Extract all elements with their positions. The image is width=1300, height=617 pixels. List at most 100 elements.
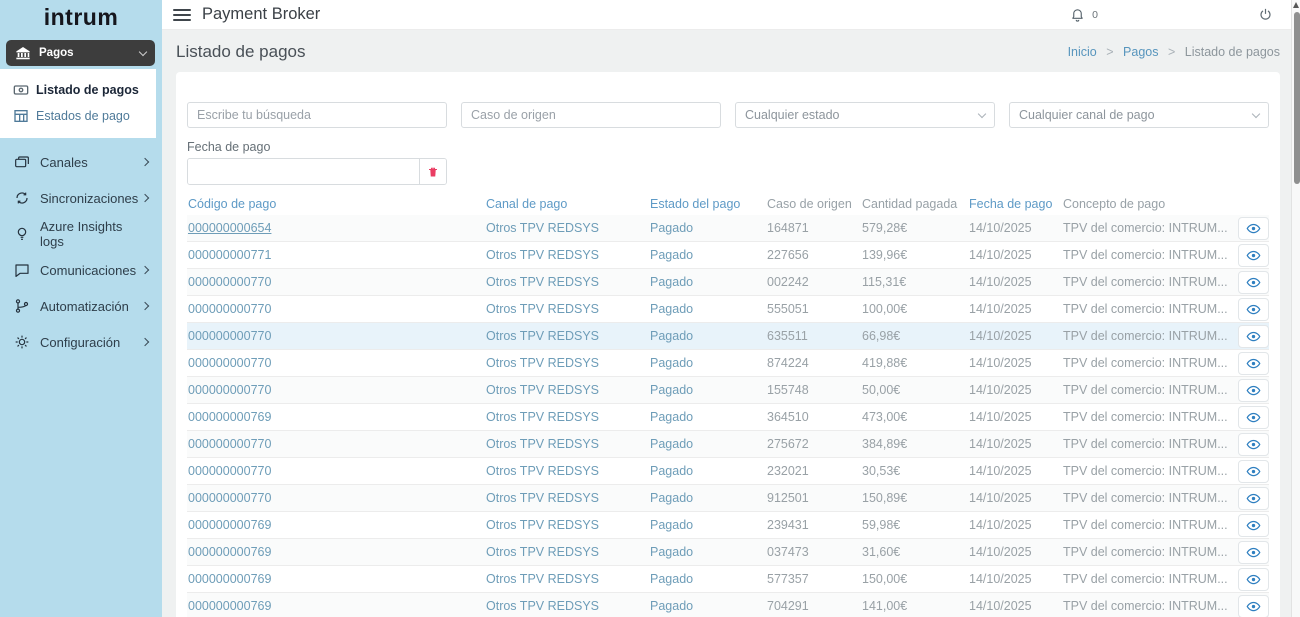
sidebar-item-canales[interactable]: Canales: [0, 144, 162, 180]
view-payment-button[interactable]: [1238, 378, 1269, 402]
view-payment-button[interactable]: [1238, 297, 1269, 321]
sidebar-item-estados-de-pago[interactable]: Estados de pago: [0, 103, 156, 129]
chevron-down-icon: [138, 47, 148, 56]
origin-case: 164871: [767, 221, 809, 235]
payment-channel: Otros TPV REDSYS: [486, 437, 599, 451]
view-payment-button[interactable]: [1238, 324, 1269, 348]
breadcrumb-inicio[interactable]: Inicio: [1068, 45, 1097, 59]
origin-case: 232021: [767, 464, 809, 478]
view-payment-button[interactable]: [1238, 432, 1269, 456]
notifications-bell[interactable]: 0: [1070, 7, 1098, 22]
amount-paid: 419,88€: [862, 356, 908, 370]
breadcrumb: Inicio > Pagos > Listado de pagos: [1068, 45, 1280, 59]
canal-select[interactable]: Cualquier canal de pago: [1009, 102, 1269, 128]
caso-origen-input[interactable]: [461, 102, 721, 128]
payment-code-link[interactable]: 000000000770: [188, 491, 271, 505]
view-payment-button[interactable]: [1238, 459, 1269, 483]
payment-code-link[interactable]: 000000000770: [188, 356, 271, 370]
payment-code-link[interactable]: 000000000769: [188, 410, 271, 424]
payment-date: 14/10/2025: [969, 356, 1032, 370]
eye-icon: [1246, 493, 1261, 503]
sidebar-item-configuracion[interactable]: Configuración: [0, 324, 162, 360]
payment-code-link[interactable]: 000000000654: [188, 221, 271, 235]
sidebar-item-label: Azure Insights logs: [40, 219, 123, 249]
sidebar: intrum Pagos Listado de pagos Estados de…: [0, 0, 162, 617]
sidebar-group-pagos[interactable]: Pagos: [6, 40, 155, 66]
sidebar-item-listado-de-pagos[interactable]: Listado de pagos: [0, 77, 156, 103]
sidebar-item-automatizacion[interactable]: Automatización: [0, 288, 162, 324]
payment-concept: TPV del comercio: INTRUM...: [1063, 248, 1228, 262]
estado-select[interactable]: Cualquier estado: [735, 102, 995, 128]
app-title: Payment Broker: [202, 5, 321, 23]
view-payment-button[interactable]: [1238, 486, 1269, 510]
payment-code-link[interactable]: 000000000771: [188, 248, 271, 262]
page-scrollbar: [1291, 0, 1300, 617]
payment-code-link[interactable]: 000000000770: [188, 437, 271, 451]
amount-paid: 150,89€: [862, 491, 908, 505]
origin-case: 704291: [767, 599, 809, 613]
notification-count: 0: [1092, 8, 1098, 21]
branch-icon: [15, 299, 29, 313]
fecha-de-pago-input[interactable]: [188, 159, 419, 184]
view-payment-button[interactable]: [1238, 216, 1269, 240]
payment-code-link[interactable]: 000000000770: [188, 302, 271, 316]
view-payment-button[interactable]: [1238, 513, 1269, 537]
page-head: Listado de pagos Inicio > Pagos > Listad…: [162, 30, 1291, 72]
payment-date: 14/10/2025: [969, 518, 1032, 532]
menu-icon[interactable]: [173, 6, 191, 24]
chevron-right-icon: [140, 265, 150, 275]
payment-date: 14/10/2025: [969, 302, 1032, 316]
eye-icon: [1246, 250, 1261, 260]
sidebar-item-label: Canales: [40, 154, 88, 170]
view-payment-button[interactable]: [1238, 405, 1269, 429]
intrum-logo[interactable]: intrum: [0, 0, 162, 31]
payment-code-link[interactable]: 000000000770: [188, 275, 271, 289]
sidebar-item-label: Configuración: [40, 334, 121, 350]
table-row: 000000000769 Otros TPV REDSYS Pagado 239…: [187, 512, 1269, 539]
origin-case: 364510: [767, 410, 809, 424]
eye-icon: [1246, 304, 1261, 314]
table-row: 000000000654 Otros TPV REDSYS Pagado 164…: [187, 215, 1269, 242]
view-payment-button[interactable]: [1238, 270, 1269, 294]
table-row: 000000000769 Otros TPV REDSYS Pagado 704…: [187, 593, 1269, 617]
column-canal-de-pago[interactable]: Canal de pago: [486, 197, 650, 211]
scrollbar-up-arrow[interactable]: [1293, 2, 1299, 8]
payment-code-link[interactable]: 000000000769: [188, 518, 271, 532]
sidebar-item-sincronizaciones[interactable]: Sincronizaciones: [0, 180, 162, 216]
payment-date: 14/10/2025: [969, 545, 1032, 559]
view-payment-button[interactable]: [1238, 351, 1269, 375]
payment-concept: TPV del comercio: INTRUM...: [1063, 545, 1228, 559]
table-row: 000000000770 Otros TPV REDSYS Pagado 912…: [187, 485, 1269, 512]
column-fecha-de-pago[interactable]: Fecha de pago: [969, 197, 1063, 211]
payment-code-link[interactable]: 000000000770: [188, 329, 271, 343]
scrollbar-thumb[interactable]: [1293, 12, 1300, 184]
payment-channel: Otros TPV REDSYS: [486, 275, 599, 289]
view-payment-button[interactable]: [1238, 594, 1269, 617]
view-payment-button[interactable]: [1238, 567, 1269, 591]
search-input[interactable]: [187, 102, 447, 128]
payment-code-link[interactable]: 000000000770: [188, 464, 271, 478]
origin-case: 577357: [767, 572, 809, 586]
view-payment-button[interactable]: [1238, 243, 1269, 267]
sidebar-item-azure-insights-logs[interactable]: Azure Insights logs: [0, 216, 162, 252]
trash-icon: [429, 167, 437, 176]
sidebar-item-comunicaciones[interactable]: Comunicaciones: [0, 252, 162, 288]
payment-channel: Otros TPV REDSYS: [486, 464, 599, 478]
chevron-right-icon: [140, 193, 150, 203]
payment-concept: TPV del comercio: INTRUM...: [1063, 329, 1228, 343]
eye-icon: [1246, 547, 1261, 557]
table-row: 000000000769 Otros TPV REDSYS Pagado 037…: [187, 539, 1269, 566]
breadcrumb-pagos[interactable]: Pagos: [1123, 45, 1158, 59]
payment-code-link[interactable]: 000000000769: [188, 545, 271, 559]
column-codigo-de-pago[interactable]: Código de pago: [187, 197, 486, 211]
logout-power-button[interactable]: [1258, 7, 1273, 22]
payment-code-link[interactable]: 000000000769: [188, 572, 271, 586]
view-payment-button[interactable]: [1238, 540, 1269, 564]
payment-code-link[interactable]: 000000000769: [188, 599, 271, 613]
payment-code-link[interactable]: 000000000770: [188, 383, 271, 397]
column-estado-del-pago[interactable]: Estado del pago: [650, 197, 767, 211]
origin-case: 635511: [767, 329, 808, 343]
clear-date-button[interactable]: [419, 159, 446, 184]
payment-channel: Otros TPV REDSYS: [486, 572, 599, 586]
origin-case: 555051: [767, 302, 809, 316]
